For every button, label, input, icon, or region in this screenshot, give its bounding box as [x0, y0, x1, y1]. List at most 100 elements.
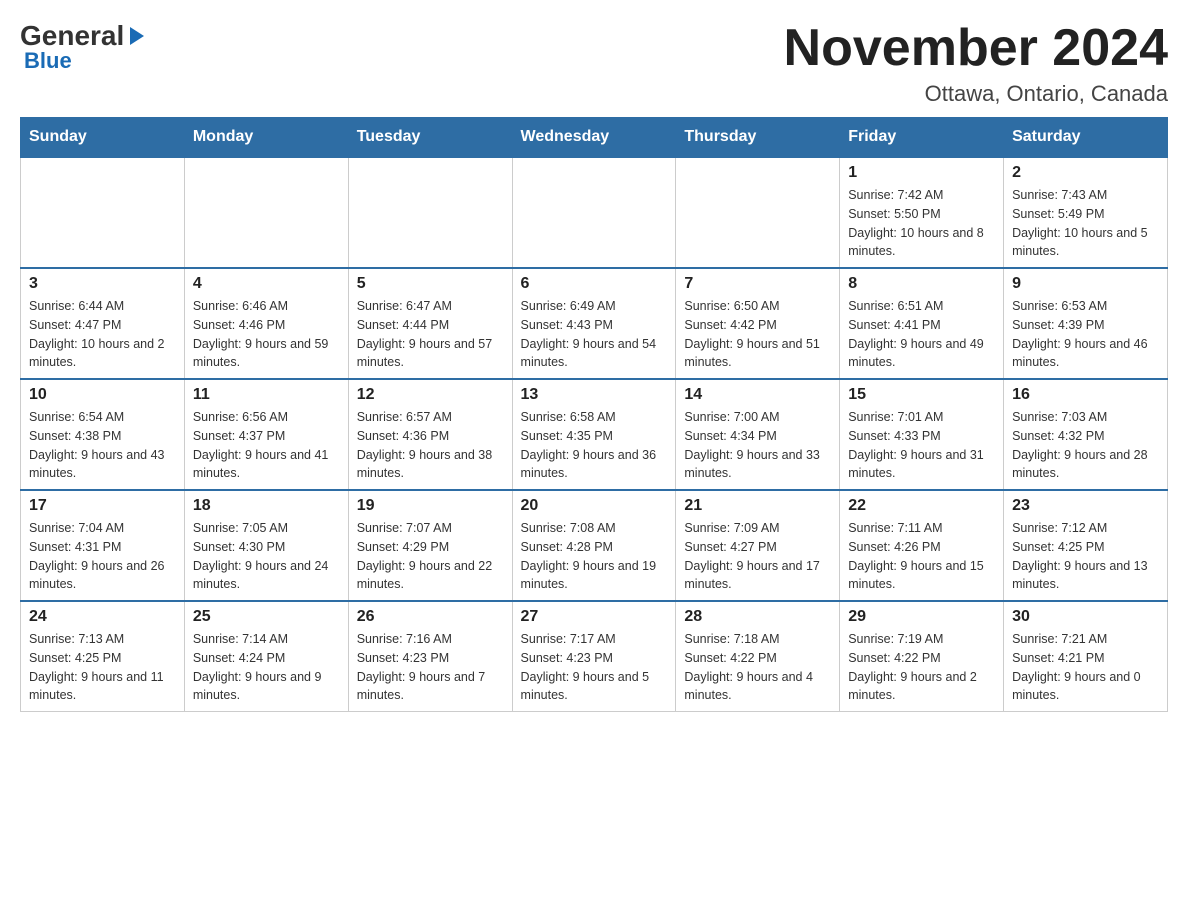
calendar-cell-w4-d2: 19Sunrise: 7:07 AMSunset: 4:29 PMDayligh… — [348, 490, 512, 601]
location-text: Ottawa, Ontario, Canada — [784, 81, 1168, 107]
logo-arrow-icon — [126, 25, 148, 52]
calendar-cell-w1-d4 — [676, 157, 840, 268]
calendar-cell-w3-d1: 11Sunrise: 6:56 AMSunset: 4:37 PMDayligh… — [184, 379, 348, 490]
calendar-cell-w1-d5: 1Sunrise: 7:42 AMSunset: 5:50 PMDaylight… — [840, 157, 1004, 268]
day-info: Sunrise: 6:57 AMSunset: 4:36 PMDaylight:… — [357, 408, 504, 483]
col-thursday: Thursday — [676, 118, 840, 158]
day-info: Sunrise: 6:53 AMSunset: 4:39 PMDaylight:… — [1012, 297, 1159, 372]
day-number: 18 — [193, 497, 340, 515]
day-info: Sunrise: 7:07 AMSunset: 4:29 PMDaylight:… — [357, 519, 504, 594]
calendar-cell-w4-d3: 20 Sunrise: 7:08 AMSunset: 4:28 PMDayligh… — [512, 490, 676, 601]
calendar-cell-w5-d6: 30 Sunrise: 7:21 AMSunset: 4:21 PMDayligh… — [1004, 601, 1168, 712]
day-info: Sunrise: 7:14 AMSunset: 4:24 PMDaylight:… — [193, 630, 340, 705]
calendar-table: Sunday Monday Tuesday Wednesday Thursday… — [20, 117, 1168, 712]
logo: General Blue — [20, 20, 148, 74]
day-number: 16 — [1012, 386, 1159, 404]
calendar-cell-w1-d0 — [21, 157, 185, 268]
day-number: 30 — [1012, 608, 1159, 626]
day-number: 5 — [357, 275, 504, 293]
day-number: 11 — [193, 386, 340, 404]
day-info: Sunrise: 7:13 AMSunset: 4:25 PMDaylight:… — [29, 630, 176, 705]
calendar-cell-w2-d3: 6 Sunrise: 6:49 AMSunset: 4:43 PMDaylight… — [512, 268, 676, 379]
day-number: 10 — [29, 386, 176, 404]
col-wednesday: Wednesday — [512, 118, 676, 158]
day-info: Sunrise: 7:16 AMSunset: 4:23 PMDaylight:… — [357, 630, 504, 705]
day-number: 17 — [29, 497, 176, 515]
calendar-cell-w4-d1: 18 Sunrise: 7:05 AMSunset: 4:30 PMDayligh… — [184, 490, 348, 601]
day-number: 14 — [684, 386, 831, 404]
calendar-header-row: Sunday Monday Tuesday Wednesday Thursday… — [21, 118, 1168, 158]
calendar-cell-w1-d3 — [512, 157, 676, 268]
day-number: 8 — [848, 275, 995, 293]
calendar-cell-w3-d6: 16 Sunrise: 7:03 AMSunset: 4:32 PMDayligh… — [1004, 379, 1168, 490]
day-info: Sunrise: 7:04 AMSunset: 4:31 PMDaylight:… — [29, 519, 176, 594]
day-number: 4 — [193, 275, 340, 293]
day-info: Sunrise: 7:08 AMSunset: 4:28 PMDaylight:… — [521, 519, 668, 594]
day-info: Sunrise: 6:47 AMSunset: 4:44 PMDaylight:… — [357, 297, 504, 372]
calendar-cell-w2-d1: 4 Sunrise: 6:46 AMSunset: 4:46 PMDaylight… — [184, 268, 348, 379]
calendar-cell-w4-d4: 21 Sunrise: 7:09 AMSunset: 4:27 PMDayligh… — [676, 490, 840, 601]
calendar-cell-w4-d0: 17 Sunrise: 7:04 AMSunset: 4:31 PMDayligh… — [21, 490, 185, 601]
day-info: Sunrise: 7:09 AMSunset: 4:27 PMDaylight:… — [684, 519, 831, 594]
calendar-week-2: 3 Sunrise: 6:44 AMSunset: 4:47 PMDaylight… — [21, 268, 1168, 379]
month-title: November 2024 — [784, 20, 1168, 77]
day-info: Sunrise: 6:51 AMSunset: 4:41 PMDaylight:… — [848, 297, 995, 372]
day-info: Sunrise: 6:49 AMSunset: 4:43 PMDaylight:… — [521, 297, 668, 372]
calendar-cell-w2-d0: 3 Sunrise: 6:44 AMSunset: 4:47 PMDaylight… — [21, 268, 185, 379]
day-number: 29 — [848, 608, 995, 626]
day-info: Sunrise: 7:12 AMSunset: 4:25 PMDaylight:… — [1012, 519, 1159, 594]
calendar-week-1: 1Sunrise: 7:42 AMSunset: 5:50 PMDaylight… — [21, 157, 1168, 268]
calendar-week-5: 24 Sunrise: 7:13 AMSunset: 4:25 PMDayligh… — [21, 601, 1168, 712]
day-info: Sunrise: 6:50 AMSunset: 4:42 PMDaylight:… — [684, 297, 831, 372]
day-info: Sunrise: 7:18 AMSunset: 4:22 PMDaylight:… — [684, 630, 831, 705]
day-number: 21 — [684, 497, 831, 515]
col-saturday: Saturday — [1004, 118, 1168, 158]
calendar-cell-w3-d0: 10 Sunrise: 6:54 AMSunset: 4:38 PMDayligh… — [21, 379, 185, 490]
calendar-cell-w5-d5: 29Sunrise: 7:19 AMSunset: 4:22 PMDayligh… — [840, 601, 1004, 712]
day-number: 2 — [1012, 164, 1159, 182]
col-tuesday: Tuesday — [348, 118, 512, 158]
day-number: 6 — [521, 275, 668, 293]
col-friday: Friday — [840, 118, 1004, 158]
calendar-cell-w2-d2: 5 Sunrise: 6:47 AMSunset: 4:44 PMDaylight… — [348, 268, 512, 379]
day-number: 3 — [29, 275, 176, 293]
day-number: 7 — [684, 275, 831, 293]
calendar-cell-w1-d1 — [184, 157, 348, 268]
col-monday: Monday — [184, 118, 348, 158]
calendar-cell-w4-d6: 23 Sunrise: 7:12 AMSunset: 4:25 PMDayligh… — [1004, 490, 1168, 601]
day-info: Sunrise: 6:58 AMSunset: 4:35 PMDaylight:… — [521, 408, 668, 483]
day-number: 27 — [521, 608, 668, 626]
calendar-cell-w1-d6: 2Sunrise: 7:43 AMSunset: 5:49 PMDaylight… — [1004, 157, 1168, 268]
calendar-cell-w4-d5: 22Sunrise: 7:11 AMSunset: 4:26 PMDayligh… — [840, 490, 1004, 601]
calendar-cell-w3-d5: 15Sunrise: 7:01 AMSunset: 4:33 PMDayligh… — [840, 379, 1004, 490]
day-number: 13 — [521, 386, 668, 404]
day-info: Sunrise: 6:46 AMSunset: 4:46 PMDaylight:… — [193, 297, 340, 372]
day-info: Sunrise: 7:21 AMSunset: 4:21 PMDaylight:… — [1012, 630, 1159, 705]
col-sunday: Sunday — [21, 118, 185, 158]
day-info: Sunrise: 7:00 AMSunset: 4:34 PMDaylight:… — [684, 408, 831, 483]
day-info: Sunrise: 6:54 AMSunset: 4:38 PMDaylight:… — [29, 408, 176, 483]
day-number: 25 — [193, 608, 340, 626]
day-number: 22 — [848, 497, 995, 515]
calendar-cell-w2-d4: 7 Sunrise: 6:50 AMSunset: 4:42 PMDaylight… — [676, 268, 840, 379]
day-info: Sunrise: 7:42 AMSunset: 5:50 PMDaylight:… — [848, 186, 995, 261]
calendar-cell-w5-d3: 27Sunrise: 7:17 AMSunset: 4:23 PMDayligh… — [512, 601, 676, 712]
calendar-week-3: 10 Sunrise: 6:54 AMSunset: 4:38 PMDayligh… — [21, 379, 1168, 490]
calendar-cell-w5-d0: 24 Sunrise: 7:13 AMSunset: 4:25 PMDayligh… — [21, 601, 185, 712]
day-info: Sunrise: 7:05 AMSunset: 4:30 PMDaylight:… — [193, 519, 340, 594]
calendar-cell-w2-d6: 9 Sunrise: 6:53 AMSunset: 4:39 PMDaylight… — [1004, 268, 1168, 379]
day-number: 15 — [848, 386, 995, 404]
day-number: 12 — [357, 386, 504, 404]
calendar-cell-w3-d4: 14 Sunrise: 7:00 AMSunset: 4:34 PMDayligh… — [676, 379, 840, 490]
day-info: Sunrise: 7:03 AMSunset: 4:32 PMDaylight:… — [1012, 408, 1159, 483]
day-number: 23 — [1012, 497, 1159, 515]
calendar-cell-w2-d5: 8 Sunrise: 6:51 AMSunset: 4:41 PMDaylight… — [840, 268, 1004, 379]
day-info: Sunrise: 6:44 AMSunset: 4:47 PMDaylight:… — [29, 297, 176, 372]
calendar-cell-w5-d4: 28Sunrise: 7:18 AMSunset: 4:22 PMDayligh… — [676, 601, 840, 712]
calendar-cell-w1-d2 — [348, 157, 512, 268]
day-number: 26 — [357, 608, 504, 626]
day-number: 24 — [29, 608, 176, 626]
calendar-cell-w3-d2: 12 Sunrise: 6:57 AMSunset: 4:36 PMDayligh… — [348, 379, 512, 490]
day-number: 20 — [521, 497, 668, 515]
day-number: 9 — [1012, 275, 1159, 293]
